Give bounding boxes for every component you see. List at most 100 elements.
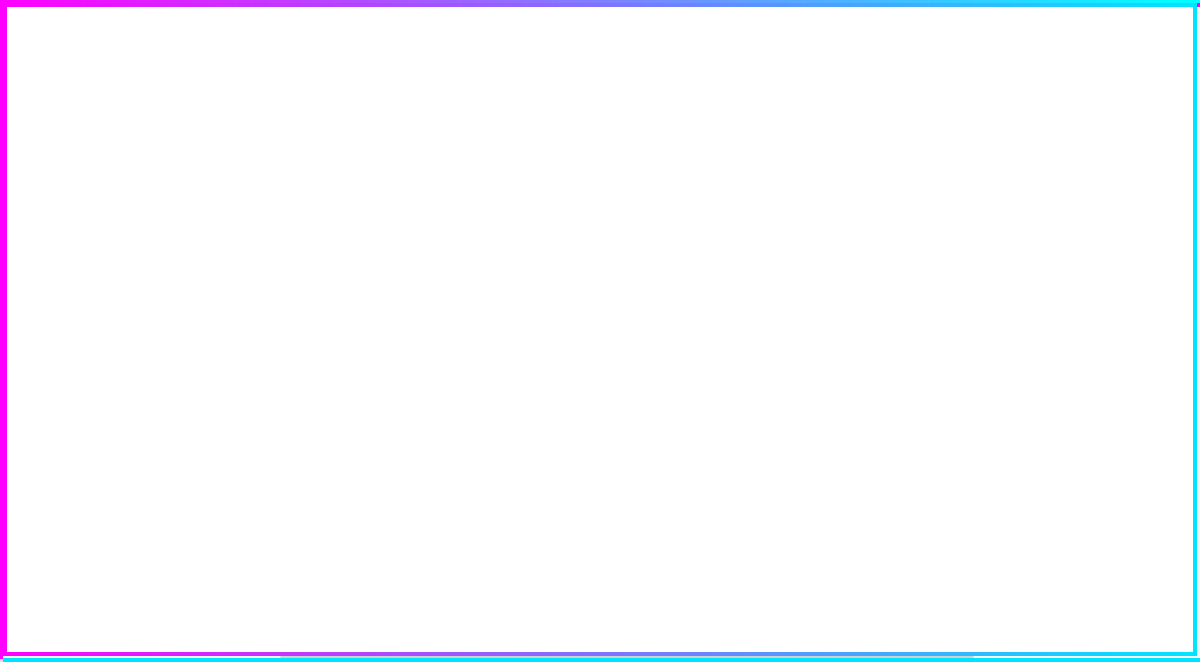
- link-icon-2: 🔗: [1000, 168, 1014, 181]
- dot-9: [75, 226, 79, 230]
- stop-2-slider-2-fill: [1020, 287, 1140, 291]
- sidebar-header: BETA HD Gradients: [3, 7, 280, 160]
- midpoint-curve-icon: [645, 311, 667, 331]
- angle-wedge-icon: [17, 246, 41, 275]
- color-stop-1-name: oklch(70% 0.5 340): [1024, 114, 1153, 142]
- stop-2-slider-2-thumb[interactable]: [1135, 284, 1145, 294]
- gradient-preview[interactable]: [382, 68, 872, 598]
- add-layer-button[interactable]: +: [124, 445, 160, 481]
- direction-dots[interactable]: [60, 211, 82, 233]
- main-canvas: HDR < >: [281, 7, 973, 658]
- link-icon-1: 🔗: [1000, 150, 1014, 163]
- color-space-label: Color Space: [1009, 59, 1115, 74]
- gradient-midpoint-handle[interactable]: [645, 311, 667, 336]
- dot-7: [62, 226, 66, 230]
- stop-1-slider-3-thumb[interactable]: [1076, 188, 1086, 198]
- divider-1: [988, 91, 1189, 92]
- angle-label: Angle: [17, 215, 52, 229]
- examples-label: HD EXAMPLES: [17, 599, 266, 610]
- angle-direction-select[interactable]: to right to left to top to bottom: [90, 210, 175, 234]
- examples-section: HD EXAMPLES: [3, 588, 280, 658]
- layer-moon-icon-btn[interactable]: [240, 172, 266, 198]
- color-stop-1-more-icon[interactable]: ⋮: [1161, 118, 1177, 138]
- dot-5: [69, 220, 73, 224]
- color-dot-1[interactable]: [1000, 120, 1016, 136]
- color-stop-2-more-icon[interactable]: ⋮: [1161, 233, 1177, 253]
- angle-slider-track[interactable]: [49, 259, 230, 263]
- diagonal-icon: [169, 618, 199, 648]
- angle-row: Angle to right to left to t: [17, 210, 266, 234]
- color-stop-1-header: oklch(70% 0.5 340) ⋮: [1000, 114, 1177, 142]
- color-stop-2: oklch(90% 0.5 200) ⋮ 100 % 🔗: [988, 219, 1189, 305]
- stop-2-slider-2-track[interactable]: [1020, 287, 1140, 291]
- stop-1-slider-2-track[interactable]: [1020, 173, 1141, 177]
- dot-4: [62, 220, 66, 224]
- canvas-nav-arrows[interactable]: < >: [921, 21, 959, 43]
- gradient-stop-right[interactable]: [865, 326, 872, 340]
- stop-1-slider-2-row: 🔗 0 %: [1000, 168, 1177, 181]
- dot-1: [62, 213, 66, 217]
- stop-1-slider-3-track[interactable]: [1020, 191, 1141, 195]
- dot-2: [69, 213, 73, 217]
- stop-1-slider-1-track[interactable]: [1020, 155, 1141, 159]
- layer-section: ▼ Layer 1: [3, 160, 280, 588]
- info-icon: ⓘ: [988, 57, 1001, 76]
- dot-8: [69, 226, 73, 230]
- color-stop-1-sliders: 🔗 0 % 🔗 0 %: [1000, 150, 1177, 199]
- nav-right-icon[interactable]: >: [942, 25, 949, 39]
- nav-left-icon[interactable]: <: [931, 25, 938, 39]
- angle-value: 90°: [238, 254, 266, 268]
- app-title: HD Gradients: [90, 131, 192, 149]
- swatch-pink-white[interactable]: [93, 618, 123, 648]
- link-icon-3: 🔗: [1000, 282, 1014, 295]
- wedge-shape: [17, 246, 41, 270]
- color-stop-2-header: oklch(90% 0.5 200) ⋮: [1000, 229, 1177, 257]
- swatch-purple-blue[interactable]: [131, 618, 161, 648]
- hdr-badge: HDR: [295, 21, 329, 36]
- stop-1-slider-1-row: 🔗 0 %: [1000, 150, 1177, 163]
- layer-half-circle-icon-btn[interactable]: [208, 172, 234, 198]
- stop-1-slider-2-value: 0 %: [1147, 169, 1177, 181]
- settings-button[interactable]: [1171, 21, 1189, 44]
- color-space-select[interactable]: oklab oklch srgb hsl: [1123, 54, 1189, 79]
- app-logo: [97, 27, 187, 117]
- gradient-stop-left[interactable]: [382, 326, 389, 340]
- swatch-pink-orange[interactable]: [17, 618, 47, 648]
- layer-chevron-icon[interactable]: ▼: [17, 180, 27, 191]
- stop-1-slider-1-thumb[interactable]: [1015, 152, 1025, 162]
- stop-1-slider-2-thumb[interactable]: [1015, 170, 1025, 180]
- stop-2-slider-2-value: 100 %: [1146, 283, 1177, 295]
- add-color-label: Add a random color: [1022, 618, 1135, 633]
- half-circle-icon: [214, 178, 228, 192]
- app-container: BETA HD Gradients ▼ Layer 1: [3, 3, 1200, 662]
- layer-header: ▼ Layer 1: [17, 172, 266, 198]
- shuffle-icon: ⇄: [1144, 617, 1155, 633]
- angle-slider-thumb[interactable]: [88, 255, 100, 267]
- layer-name: Layer 1: [33, 178, 79, 193]
- gradient-line: [382, 333, 872, 334]
- swatch-cyan[interactable]: [207, 618, 237, 648]
- gear-icon: [1171, 21, 1189, 39]
- stop-2-slider-1-thumb[interactable]: [1135, 266, 1145, 276]
- example-swatches: [17, 618, 266, 648]
- add-color-button[interactable]: Add a random color ⇄: [988, 606, 1189, 644]
- layer-icons: [176, 172, 266, 198]
- dot-6: [75, 220, 79, 224]
- settings-icon-row: [988, 21, 1189, 44]
- angle-slider-row: 90°: [17, 246, 266, 275]
- stop-2-slider-1-track[interactable]: [1020, 269, 1140, 273]
- color-stop-1: oklch(70% 0.5 340) ⋮ 🔗 0 % 🔗: [988, 104, 1189, 209]
- dot-3: [75, 213, 79, 217]
- layer-grid-icon-btn[interactable]: [176, 172, 202, 198]
- stop-2-slider-1-value: 100 %: [1146, 265, 1177, 277]
- color-dot-2[interactable]: [1000, 235, 1016, 251]
- stop-1-slider-3-fill: [1020, 191, 1081, 195]
- color-space-select-wrapper: oklab oklch srgb hsl ▼: [1123, 54, 1189, 79]
- swatch-black-white[interactable]: [169, 618, 199, 648]
- stop-2-slider-2-row: 🔗 100 %: [1000, 282, 1177, 295]
- swatch-yellow-green[interactable]: [55, 618, 85, 648]
- rotate-icon: ↺: [1000, 186, 1014, 199]
- stop-1-slider-3-row: ↺ 50 %: [1000, 186, 1177, 199]
- swatch-yellow[interactable]: [245, 618, 275, 648]
- color-space-row: ⓘ Color Space oklab oklch srgb hsl ▼: [988, 54, 1189, 79]
